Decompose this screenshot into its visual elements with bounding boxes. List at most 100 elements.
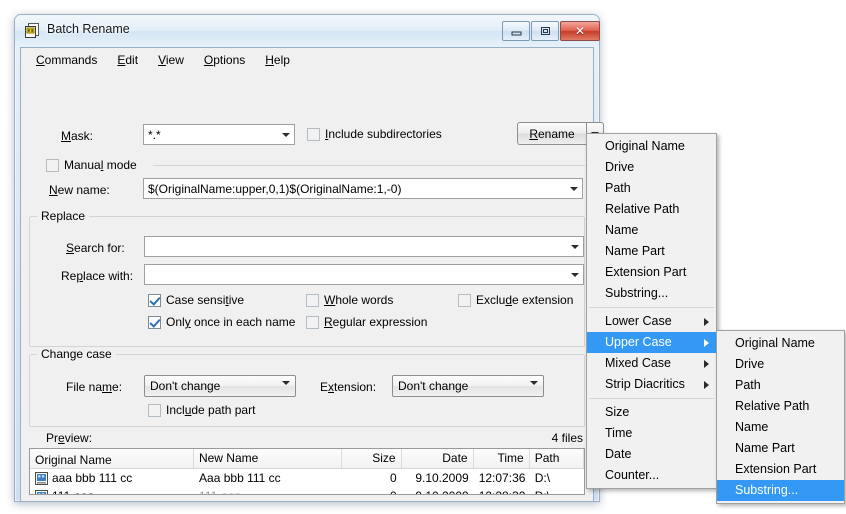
checkbox-box	[306, 315, 319, 329]
search-for-label: Search for:	[66, 241, 125, 255]
file-name-case-label: File name:	[66, 380, 123, 394]
file-name-case-dropdown[interactable]: Don't change	[144, 375, 296, 399]
replace-groupbox-caption: Replace	[37, 209, 90, 223]
column-header-date[interactable]: Date	[402, 449, 474, 468]
cell-original-name: 111-aaa	[30, 489, 194, 494]
change-case-groupbox-caption: Change case	[37, 347, 116, 361]
maximize-button[interactable]	[531, 21, 559, 41]
extension-case-value: Don't change	[398, 379, 469, 393]
minimize-button[interactable]	[502, 21, 530, 41]
search-for-combo[interactable]	[144, 236, 584, 257]
window-title: Batch Rename	[47, 22, 130, 36]
chevron-down-icon[interactable]	[566, 265, 583, 284]
replace-groupbox: Replace Search for: Replace with: Case s…	[29, 209, 605, 347]
whole-words-label: Whole words	[324, 293, 394, 307]
submenu-item-original-name[interactable]: Original Name	[717, 333, 844, 354]
regular-expression-label: Regular expression	[324, 315, 428, 329]
include-subdirectories-checkbox[interactable]: Include subdirectories	[307, 127, 442, 144]
regular-expression-checkbox[interactable]: Regular expression	[306, 315, 427, 332]
menu-item-name[interactable]: Name	[587, 220, 716, 241]
preview-list[interactable]: Original Name New Name Size Date Time Pa…	[29, 448, 585, 495]
rename-button-label: Rename	[529, 126, 575, 141]
submenu-item-drive[interactable]: Drive	[717, 354, 844, 375]
only-once-label: Only once in each name	[166, 315, 296, 329]
menu-commands[interactable]: Commands	[27, 50, 106, 70]
minimize-icon	[503, 22, 529, 40]
chevron-down-icon[interactable]	[566, 237, 583, 256]
chevron-down-icon[interactable]	[565, 179, 582, 198]
mask-label: Mask:	[61, 129, 94, 143]
mask-combo[interactable]: *.*	[143, 124, 295, 145]
close-icon: ✕	[574, 24, 586, 38]
chevron-right-icon	[704, 339, 709, 347]
chevron-down-icon[interactable]	[277, 125, 294, 144]
menu-item-strip-diacritics[interactable]: Strip Diacritics	[587, 374, 716, 395]
close-button[interactable]: ✕	[560, 21, 600, 41]
file-count-label: 4 files	[551, 431, 583, 445]
include-path-part-checkbox[interactable]: Include path part	[148, 403, 255, 420]
maximize-icon	[532, 22, 558, 40]
table-row[interactable]: 111-aaa111-aaa09.10.200912:28:32D:\	[30, 487, 584, 494]
menu-help[interactable]: Help	[256, 50, 299, 70]
column-header-time[interactable]: Time	[474, 449, 530, 468]
column-header-new-name[interactable]: New Name	[194, 449, 342, 468]
menu-item-substring[interactable]: Substring...	[587, 283, 716, 304]
menu-item-relative-path[interactable]: Relative Path	[587, 199, 716, 220]
menu-item-name-part[interactable]: Name Part	[587, 241, 716, 262]
menu-item-upper-case[interactable]: Upper Case	[587, 332, 716, 353]
table-row[interactable]: aaa bbb 111 cc Aaa bbb 111 cc 0 9.10.2009 12…	[30, 469, 584, 487]
upper-case-submenu[interactable]: Original Name Drive Path Relative Path Name N…	[716, 330, 845, 504]
chevron-right-icon	[704, 318, 709, 326]
title-bar[interactable]: Batch Rename ✕	[15, 15, 600, 47]
menu-item-drive[interactable]: Drive	[587, 157, 716, 178]
new-name-combo[interactable]: $(OriginalName:upper,0,1)$(OriginalName:…	[143, 178, 583, 199]
menu-item-mixed-case[interactable]: Mixed Case	[587, 353, 716, 374]
submenu-item-path[interactable]: Path	[717, 375, 844, 396]
submenu-item-extension-part[interactable]: Extension Part	[717, 459, 844, 480]
cell-time: 12:28:32	[474, 489, 530, 494]
menu-item-extension-part[interactable]: Extension Part	[587, 262, 716, 283]
column-header-size[interactable]: Size	[342, 449, 402, 468]
menu-item-lower-case[interactable]: Lower Case	[587, 311, 716, 332]
insert-field-context-menu[interactable]: Original Name Drive Path Relative Path Name N…	[586, 133, 717, 489]
new-name-label: New name:	[49, 183, 110, 197]
file-icon	[35, 489, 48, 494]
menu-item-date[interactable]: Date	[587, 444, 716, 465]
menu-item-time[interactable]: Time	[587, 423, 716, 444]
menu-separator	[589, 307, 714, 308]
menu-item-original-name[interactable]: Original Name	[587, 136, 716, 157]
chevron-right-icon	[704, 381, 709, 389]
manual-mode-checkbox[interactable]: Manual mode	[46, 158, 137, 175]
menu-options[interactable]: Options	[195, 50, 254, 70]
rename-button[interactable]: Rename	[517, 122, 587, 145]
column-header-original-name[interactable]: Original Name	[30, 449, 194, 468]
checkbox-box	[307, 127, 320, 141]
menu-item-size[interactable]: Size	[587, 402, 716, 423]
submenu-item-substring[interactable]: Substring...	[717, 480, 844, 501]
only-once-checkbox[interactable]: Only once in each name	[148, 315, 295, 332]
chevron-down-icon	[282, 381, 290, 399]
extension-case-dropdown[interactable]: Don't change	[392, 375, 544, 399]
submenu-item-name[interactable]: Name	[717, 417, 844, 438]
menu-view[interactable]: View	[149, 50, 193, 70]
mask-value: *.*	[148, 128, 161, 142]
batch-rename-window: Batch Rename ✕ Commands Edit View Option…	[14, 14, 605, 502]
cell-new-name: 111-aaa	[194, 489, 342, 494]
menu-item-counter[interactable]: Counter...	[587, 465, 716, 486]
exclude-extension-checkbox[interactable]: Exclude extension	[458, 293, 573, 310]
column-header-path[interactable]: Path	[530, 449, 584, 468]
checkbox-box	[458, 293, 471, 307]
menu-edit[interactable]: Edit	[108, 50, 147, 70]
checkbox-box	[306, 293, 319, 307]
menu-item-path[interactable]: Path	[587, 178, 716, 199]
preview-label: Preview:	[46, 431, 93, 445]
submenu-item-relative-path[interactable]: Relative Path	[717, 396, 844, 417]
replace-with-combo[interactable]	[144, 264, 584, 285]
case-sensitive-label: Case sensitive	[166, 293, 245, 307]
case-sensitive-checkbox[interactable]: Case sensitive	[148, 293, 244, 310]
cell-original-name: aaa bbb 111 cc	[30, 471, 194, 485]
submenu-item-name-part[interactable]: Name Part	[717, 438, 844, 459]
manual-mode-label: Manual mode	[64, 158, 137, 172]
chevron-right-icon	[704, 360, 709, 368]
whole-words-checkbox[interactable]: Whole words	[306, 293, 393, 310]
